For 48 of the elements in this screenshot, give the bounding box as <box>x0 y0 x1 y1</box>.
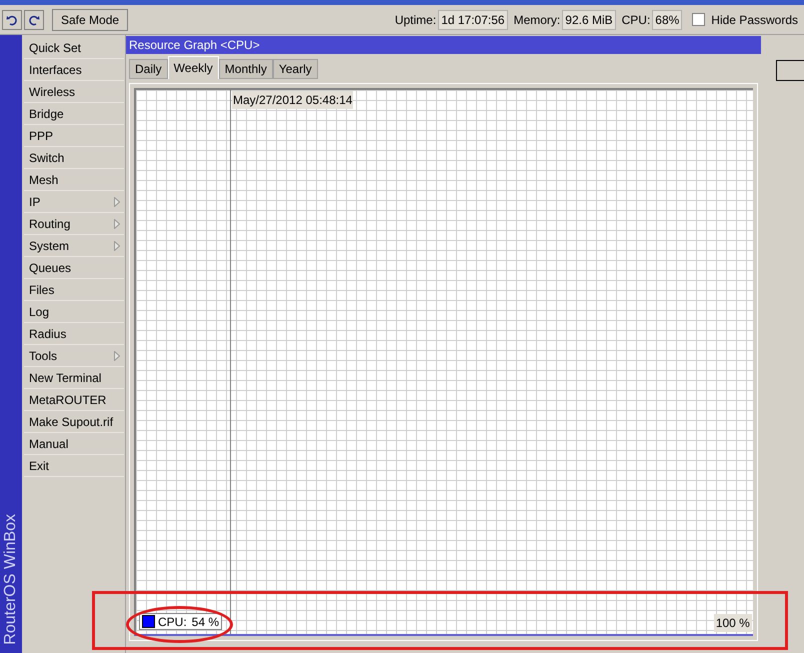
scale-label: 100 % <box>714 614 752 632</box>
submenu-arrow-icon <box>114 196 120 206</box>
hide-passwords-label: Hide Passwords <box>711 12 798 28</box>
tab[interactable]: Yearly <box>272 59 318 79</box>
menu-item[interactable]: IP <box>24 191 124 213</box>
menu-item[interactable]: Manual <box>24 433 124 455</box>
menu-item[interactable]: MetaROUTER <box>24 389 124 411</box>
menu-item[interactable]: Exit <box>24 455 124 477</box>
menu-item[interactable]: Mesh <box>24 169 124 191</box>
menu-item[interactable]: PPP <box>24 125 124 147</box>
menu-item[interactable]: System <box>24 235 124 257</box>
tab[interactable]: Weekly <box>168 56 219 79</box>
undo-button[interactable] <box>2 10 22 30</box>
legend-label: CPU: <box>158 614 187 630</box>
menu-item[interactable]: Routing <box>24 213 124 235</box>
redo-button[interactable] <box>24 10 44 30</box>
window-title: Resource Graph <CPU> <box>126 36 761 54</box>
timestamp-label: May/27/2012 05:48:14 <box>232 91 354 109</box>
menu-item[interactable]: Interfaces <box>24 59 124 81</box>
legend-value: 54 % <box>192 614 220 630</box>
cpu-label: CPU: <box>622 12 650 28</box>
menu-item[interactable]: Log <box>24 301 124 323</box>
menu-item[interactable]: Queues <box>24 257 124 279</box>
safe-mode-button[interactable]: Safe Mode <box>52 8 128 30</box>
tab[interactable]: Monthly <box>218 59 273 79</box>
submenu-arrow-icon <box>114 350 120 360</box>
uptime-value: 1d 17:07:56 <box>438 10 508 30</box>
menu-item[interactable]: Radius <box>24 323 124 345</box>
menu-item[interactable]: Quick Set <box>24 37 124 59</box>
brand-text: RouterOS WinBox <box>1 514 20 645</box>
undo-icon <box>6 14 18 26</box>
side-button[interactable] <box>776 60 804 81</box>
menu-item[interactable]: Files <box>24 279 124 301</box>
menu-item[interactable]: Make Supout.rif <box>24 411 124 433</box>
menu-item[interactable]: Wireless <box>24 81 124 103</box>
tab[interactable]: Daily <box>129 59 168 79</box>
hide-passwords-checkbox[interactable] <box>692 13 706 26</box>
cpu-value: 68% <box>652 10 682 30</box>
submenu-arrow-icon <box>114 240 120 250</box>
menu-item[interactable]: Tools <box>24 345 124 367</box>
uptime-label: Uptime: <box>394 12 436 28</box>
redo-icon <box>28 14 40 26</box>
memory-label: Memory: <box>514 12 560 28</box>
menu-item[interactable]: Switch <box>24 147 124 169</box>
memory-value: 92.6 MiB <box>562 10 616 30</box>
submenu-arrow-icon <box>114 218 120 228</box>
menu-item[interactable]: New Terminal <box>24 367 124 389</box>
menu-item[interactable]: Bridge <box>24 103 124 125</box>
